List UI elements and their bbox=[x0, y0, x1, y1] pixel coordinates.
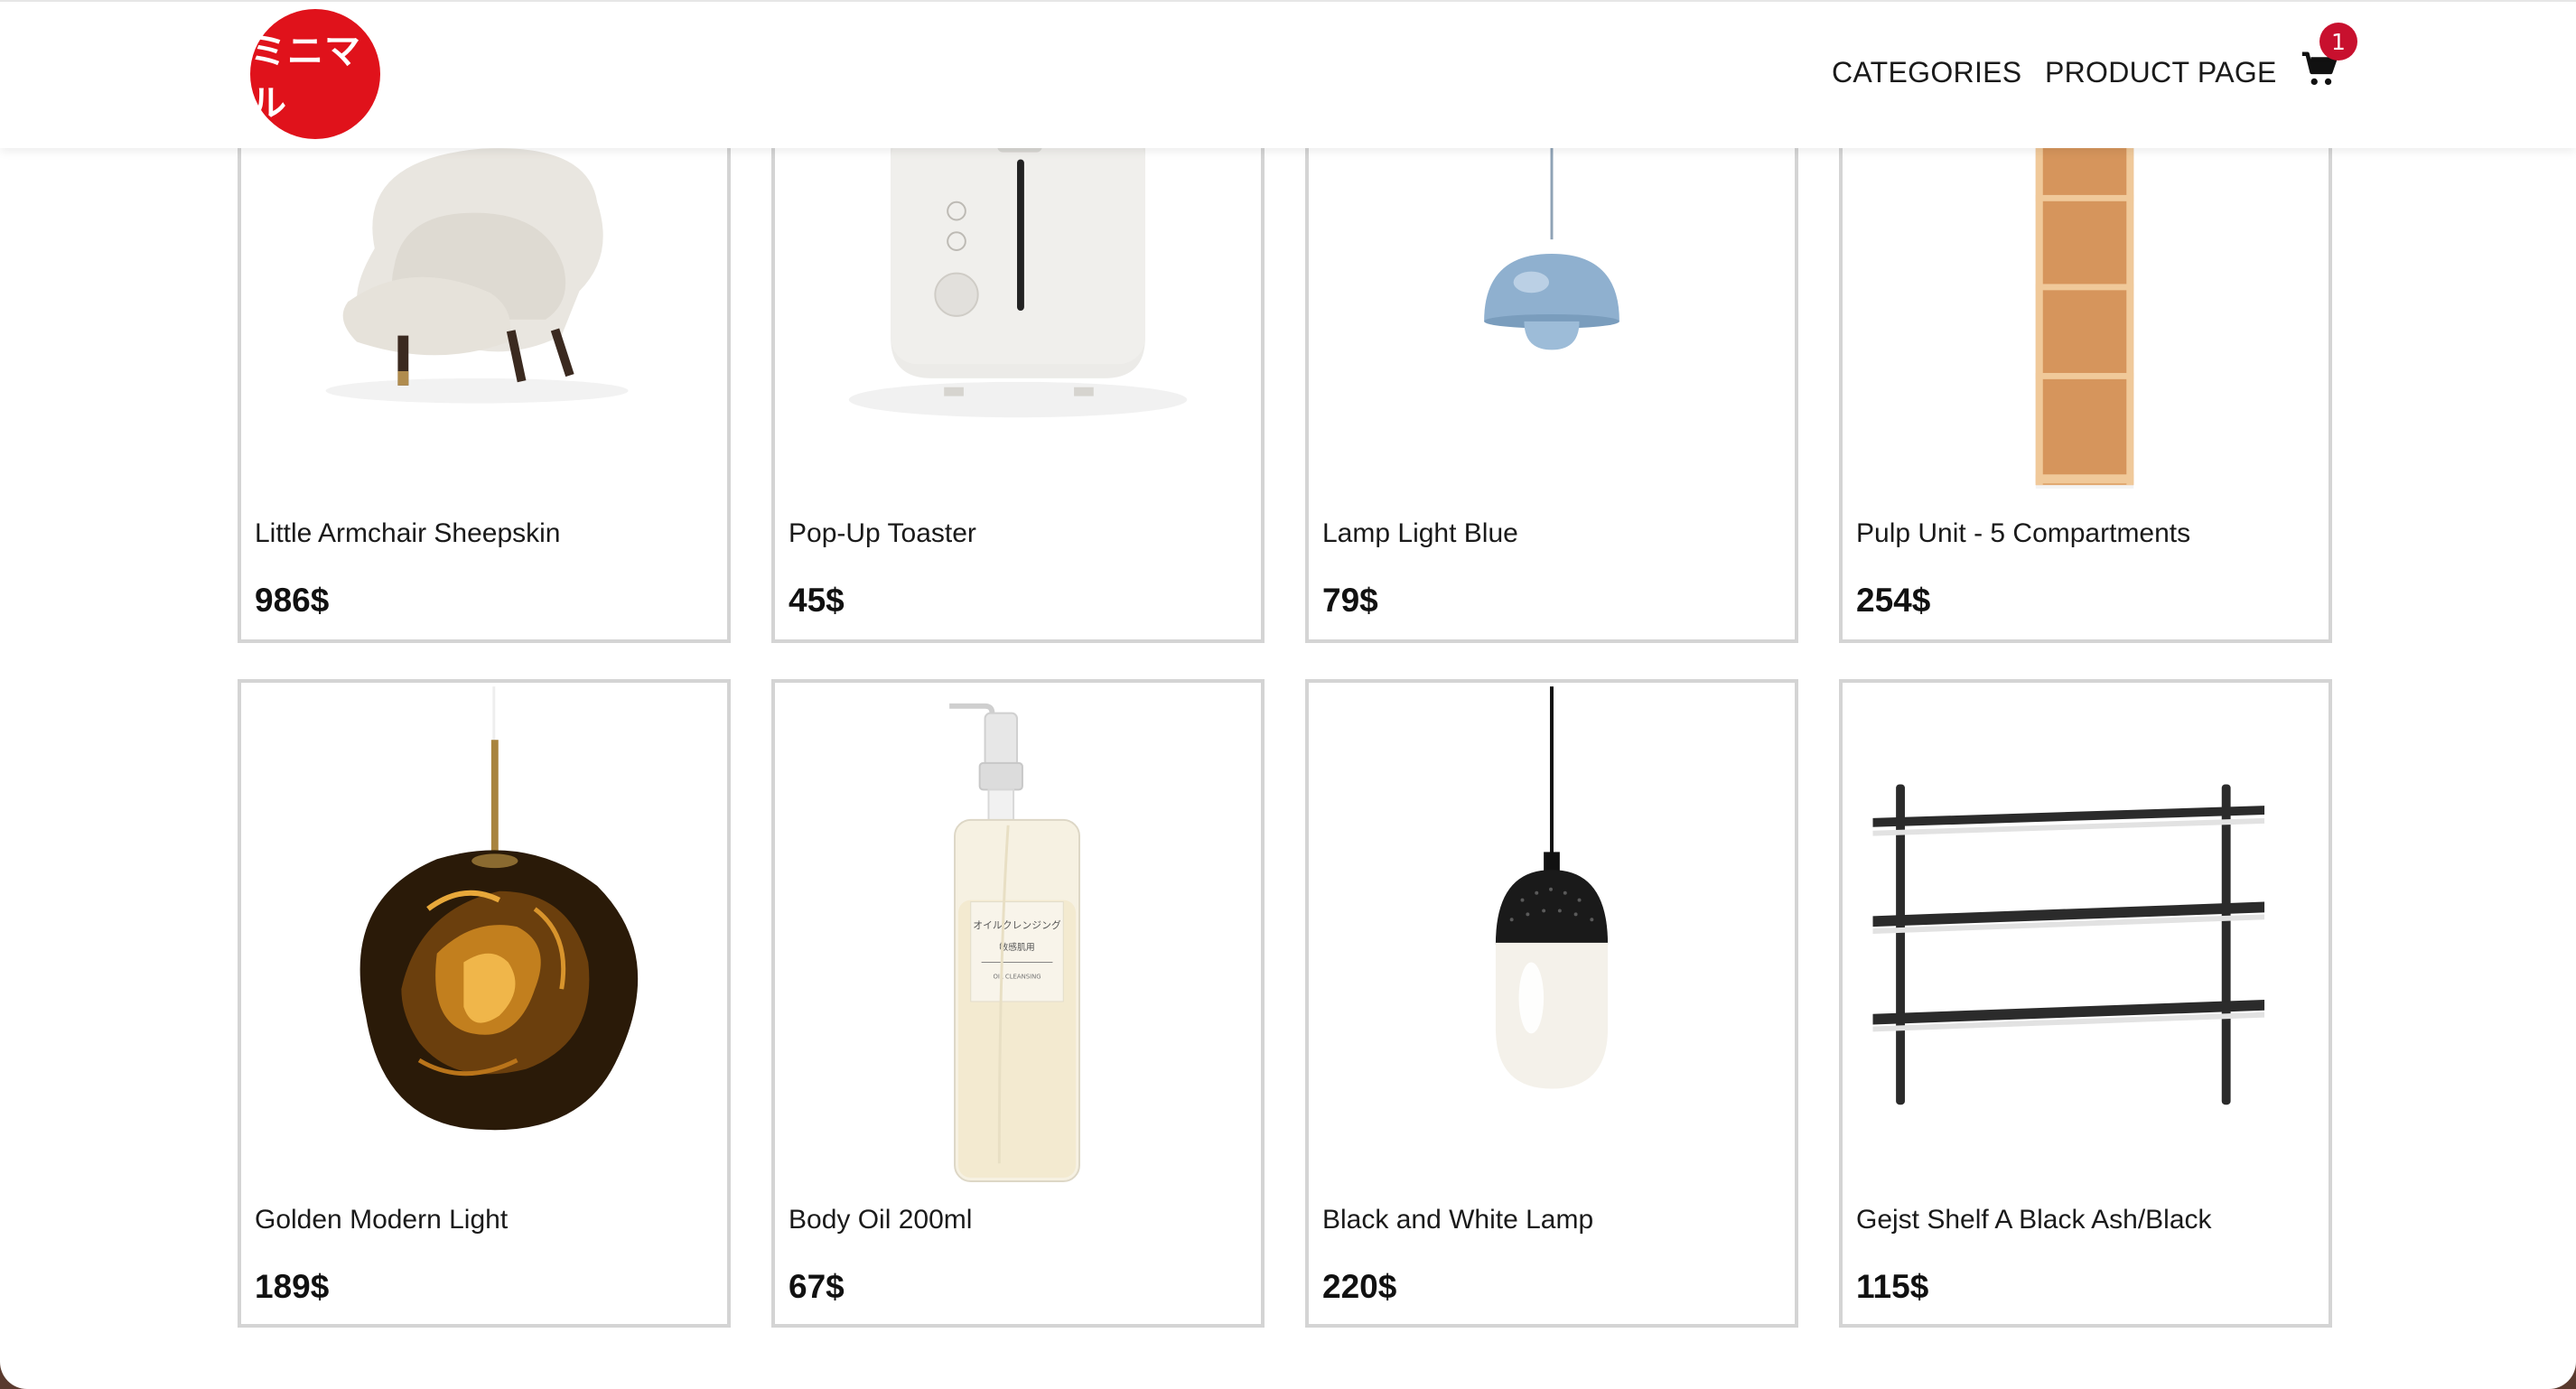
blue-pendant-lamp-image bbox=[1309, 130, 1795, 491]
black-white-lamp-image bbox=[1309, 683, 1795, 1189]
product-price: 254$ bbox=[1856, 582, 1931, 619]
product-card[interactable]: Golden Modern Light 189$ bbox=[238, 679, 731, 1328]
product-card[interactable]: オイルクレンジング 敏感肌用 OIL CLEANSING Body Oil 20… bbox=[771, 679, 1265, 1328]
product-name: Lamp Light Blue bbox=[1322, 518, 1518, 548]
logo-text: ミニマル bbox=[250, 31, 361, 125]
cart-count-badge: 1 bbox=[2319, 23, 2357, 61]
app-window: Little Armchair Sheepskin 986$ Pop-Up To… bbox=[0, 0, 2576, 1389]
product-card[interactable]: Pop-Up Toaster 45$ bbox=[771, 126, 1265, 643]
golden-pendant-image bbox=[241, 683, 727, 1189]
product-name: Golden Modern Light bbox=[255, 1205, 509, 1235]
product-card[interactable]: Gejst Shelf A Black Ash/Black 115$ bbox=[1839, 679, 2332, 1328]
armchair-image bbox=[241, 130, 727, 491]
nav-product-page[interactable]: PRODUCT PAGE bbox=[2045, 56, 2277, 89]
wall-shelf-image bbox=[1843, 683, 2329, 1189]
bottle-label-line2: 敏感肌用 bbox=[999, 941, 1034, 953]
product-card[interactable]: Little Armchair Sheepskin 986$ bbox=[238, 126, 731, 643]
site-header: ミニマル CATEGORIES PRODUCT PAGE 1 bbox=[0, 0, 2576, 148]
product-name: Little Armchair Sheepskin bbox=[255, 518, 561, 548]
shelf-unit-image bbox=[1843, 130, 2329, 491]
oil-bottle-image: オイルクレンジング 敏感肌用 OIL CLEANSING bbox=[775, 683, 1261, 1189]
product-name: Pulp Unit - 5 Compartments bbox=[1856, 518, 2191, 548]
bottle-label-line1: オイルクレンジング bbox=[973, 918, 1061, 931]
product-price: 67$ bbox=[789, 1268, 845, 1305]
toaster-image bbox=[775, 130, 1261, 491]
product-name: Gejst Shelf A Black Ash/Black bbox=[1856, 1205, 2212, 1235]
product-card[interactable]: Black and White Lamp 220$ bbox=[1305, 679, 1798, 1328]
product-card[interactable]: Pulp Unit - 5 Compartments 254$ bbox=[1839, 126, 2332, 643]
brand-logo[interactable]: ミニマル bbox=[250, 9, 380, 139]
product-name: Pop-Up Toaster bbox=[789, 518, 976, 548]
nav-categories[interactable]: CATEGORIES bbox=[1832, 56, 2021, 89]
product-price: 45$ bbox=[789, 582, 845, 619]
product-name: Body Oil 200ml bbox=[789, 1205, 973, 1235]
product-name: Black and White Lamp bbox=[1322, 1205, 1594, 1235]
product-price: 115$ bbox=[1856, 1268, 1929, 1305]
product-price: 986$ bbox=[255, 582, 330, 619]
product-price: 79$ bbox=[1322, 582, 1378, 619]
product-price: 220$ bbox=[1322, 1268, 1397, 1305]
product-price: 189$ bbox=[255, 1268, 330, 1305]
product-card[interactable]: Lamp Light Blue 79$ bbox=[1305, 126, 1798, 643]
